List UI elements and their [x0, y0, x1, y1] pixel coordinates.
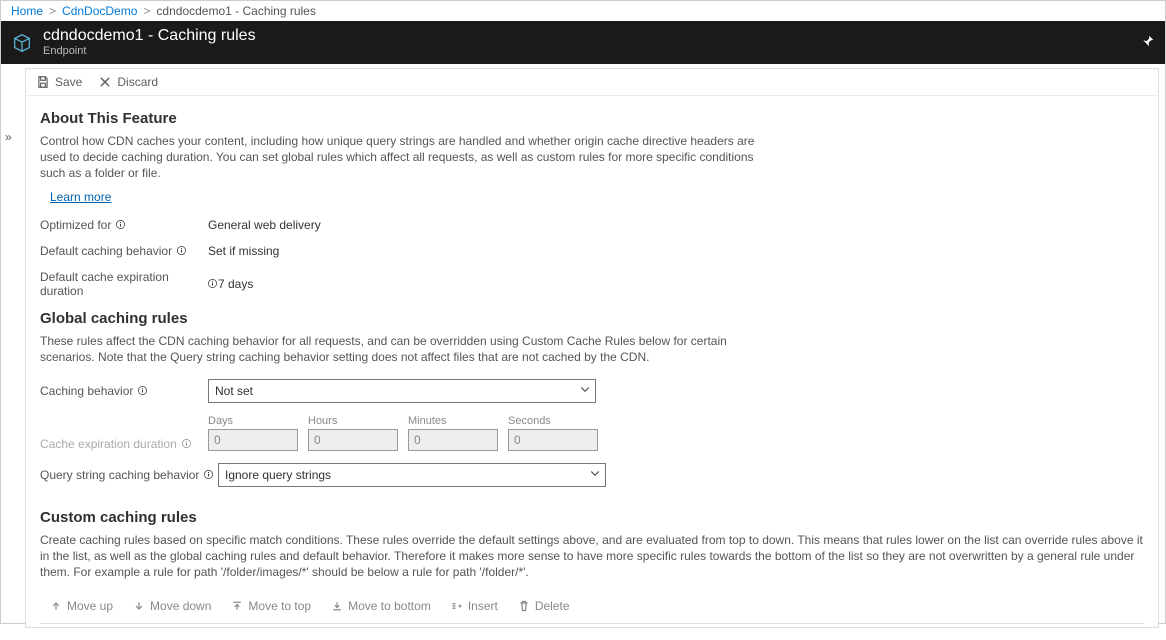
default-exp-value: 7 days [218, 277, 253, 291]
command-bar: Save Discard [26, 69, 1158, 96]
discard-button[interactable]: Discard [98, 75, 158, 89]
endpoint-cube-icon [11, 32, 33, 54]
insert-button[interactable]: Insert [451, 599, 498, 613]
default-behavior-label: Default caching behavior [40, 244, 208, 258]
days-label: Days [208, 415, 298, 427]
default-behavior-value: Set if missing [208, 244, 279, 258]
rules-table: MATCH CONDITION MATCH VALUE(S) CACHING B… [40, 623, 1144, 629]
breadcrumb-sep: > [143, 4, 150, 18]
info-icon[interactable] [181, 438, 192, 449]
minutes-input [408, 429, 498, 451]
move-to-bottom-button[interactable]: Move to bottom [331, 599, 431, 613]
move-down-button[interactable]: Move down [133, 599, 211, 613]
breadcrumb-sep: > [49, 4, 56, 18]
breadcrumb-current: cdndocdemo1 - Caching rules [156, 4, 315, 18]
cache-exp-label: Cache expiration duration [40, 437, 208, 451]
breadcrumb-home[interactable]: Home [11, 4, 43, 18]
query-string-label: Query string caching behavior [40, 468, 218, 482]
minutes-label: Minutes [408, 415, 498, 427]
caching-behavior-label: Caching behavior [40, 384, 208, 398]
delete-button[interactable]: Delete [518, 599, 570, 613]
page-header: cdndocdemo1 - Caching rules Endpoint [1, 21, 1165, 64]
rules-toolbar: Move up Move down Move to top Move to bo… [50, 599, 1144, 613]
save-button[interactable]: Save [36, 75, 82, 89]
caching-behavior-select[interactable]: Not set [208, 379, 596, 403]
about-heading: About This Feature [40, 110, 1144, 127]
seconds-label: Seconds [508, 415, 598, 427]
expand-handle-icon[interactable]: » [5, 130, 12, 144]
chevron-down-icon [589, 467, 601, 482]
info-icon[interactable] [137, 385, 148, 396]
page-title: cdndocdemo1 - Caching rules [43, 27, 256, 45]
page-subtitle: Endpoint [43, 45, 256, 58]
chevron-down-icon [579, 383, 591, 398]
info-icon[interactable] [203, 469, 214, 480]
hours-label: Hours [308, 415, 398, 427]
save-label: Save [55, 75, 82, 89]
custom-heading: Custom caching rules [40, 509, 1144, 526]
custom-text: Create caching rules based on specific m… [40, 532, 1144, 581]
seconds-input [508, 429, 598, 451]
query-string-select[interactable]: Ignore query strings [218, 463, 606, 487]
global-heading: Global caching rules [40, 310, 1144, 327]
days-input [208, 429, 298, 451]
discard-label: Discard [117, 75, 158, 89]
move-to-top-button[interactable]: Move to top [231, 599, 311, 613]
learn-more-link[interactable]: Learn more [50, 190, 111, 204]
global-text: These rules affect the CDN caching behav… [40, 333, 780, 365]
info-icon[interactable] [176, 245, 187, 256]
move-up-button[interactable]: Move up [50, 599, 113, 613]
main-panel: Save Discard About This Feature Control … [25, 68, 1159, 628]
about-text: Control how CDN caches your content, inc… [40, 133, 780, 182]
optimized-for-value: General web delivery [208, 218, 321, 232]
breadcrumb: Home > CdnDocDemo > cdndocdemo1 - Cachin… [1, 1, 1165, 21]
optimized-for-label: Optimized for [40, 218, 208, 232]
pin-icon[interactable] [1141, 34, 1155, 51]
info-icon[interactable] [115, 219, 126, 230]
info-icon[interactable] [207, 278, 218, 289]
default-exp-label: Default cache expiration duration [40, 270, 218, 298]
hours-input [308, 429, 398, 451]
breadcrumb-profile[interactable]: CdnDocDemo [62, 4, 137, 18]
